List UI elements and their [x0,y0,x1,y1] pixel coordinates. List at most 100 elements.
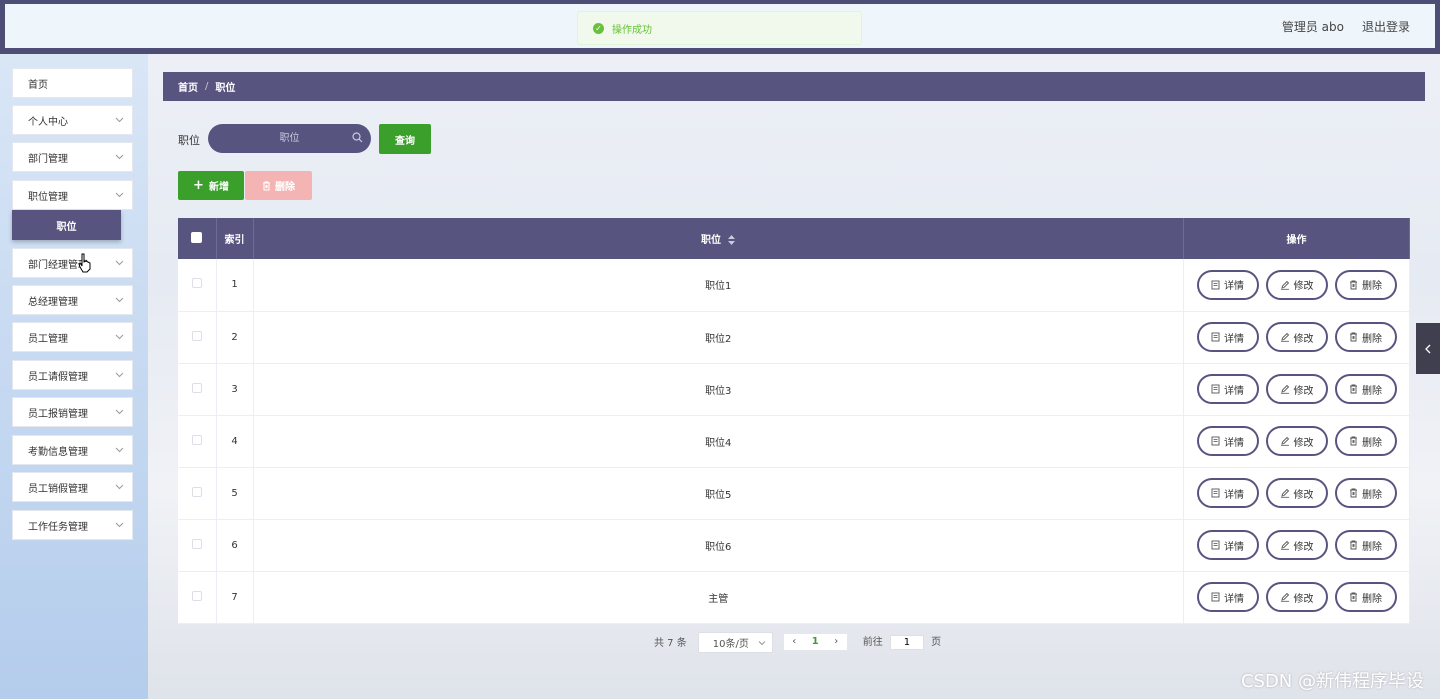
row-edit-button[interactable]: 修改 [1265,478,1328,508]
row-checkbox[interactable] [191,538,202,549]
plus-icon: + [193,177,204,193]
row-actions: 详情 修改 删除 [1183,311,1410,364]
row-delete-button[interactable]: 删除 [1334,322,1397,352]
row-actions: 详情 修改 删除 [1183,467,1410,520]
row-checkbox[interactable] [191,486,202,497]
collapse-panel-button[interactable] [1416,323,1440,374]
sidebar-item-9[interactable]: 考勤信息管理 [12,435,133,465]
add-button-label: 新增 [208,182,229,193]
search-box [208,124,371,153]
header-position[interactable]: 职位 [253,218,1184,259]
row-select-cell[interactable] [178,363,217,416]
row-detail-button[interactable]: 详情 [1196,269,1259,300]
search-input[interactable] [208,124,371,153]
row-edit-label: 修改 [1293,385,1314,397]
sidebar-item-10[interactable]: 员工销假管理 [12,472,133,502]
chevron-down-icon [115,409,124,415]
select-all-checkbox[interactable] [191,231,203,243]
sidebar-item-11[interactable]: 工作任务管理 [12,510,133,540]
logout-link[interactable]: 退出登录 [1362,18,1410,35]
chevron-down-icon [115,117,124,123]
sidebar-item-5[interactable]: 总经理管理 [12,285,133,315]
next-page-button[interactable]: › [826,636,847,647]
row-checkbox[interactable] [191,434,202,445]
row-edit-button[interactable]: 修改 [1265,374,1328,404]
trash-icon [1350,436,1357,446]
sidebar-subitem-position[interactable]: 职位 [12,210,121,240]
pagination: 共 7 条 10条/页 ‹ 1 › 前往 页 [654,630,941,653]
row-checkbox[interactable] [191,278,202,289]
row-detail-button[interactable]: 详情 [1196,478,1259,508]
row-checkbox[interactable] [191,382,202,393]
check-circle-icon: ✓ [593,22,604,34]
sidebar-item-2[interactable]: 部门管理 [12,142,133,172]
row-detail-label: 详情 [1224,489,1244,501]
trash-icon [263,181,270,190]
row-select-cell[interactable] [178,415,217,468]
goto-page-input[interactable] [889,635,924,650]
row-select-cell[interactable] [178,311,217,364]
breadcrumb-home[interactable]: 首页 [178,79,198,94]
row-edit-button[interactable]: 修改 [1265,530,1328,560]
search-label: 职位 [178,134,200,147]
row-detail-label: 详情 [1224,593,1244,605]
row-checkbox[interactable] [191,590,202,601]
row-edit-button[interactable]: 修改 [1265,582,1328,612]
sidebar-item-4[interactable]: 部门经理管理 [12,248,133,278]
header-index: 索引 [216,218,254,259]
chevron-down-icon [115,297,124,303]
row-select-cell[interactable] [178,467,217,520]
row-index: 7 [216,571,254,624]
row-detail-button[interactable]: 详情 [1196,374,1259,404]
table-body: 1 职位1 详情 修改 删除 2 职位2 详情 修改 删除 3 职位3 详情 修改 删除 4 职位4 详情 修改 删除… [178,259,1410,624]
sort-icon[interactable] [728,235,736,245]
search-icon [352,132,363,143]
row-detail-button[interactable]: 详情 [1196,582,1259,612]
breadcrumb: 首页 / 职位 [163,72,1425,101]
row-delete-button[interactable]: 删除 [1334,530,1397,560]
sidebar-item-6[interactable]: 员工管理 [12,322,133,352]
sidebar-item-label: 员工管理 [28,333,68,345]
row-select-cell[interactable] [178,519,217,572]
row-select-cell[interactable] [178,571,217,624]
add-button[interactable]: + 新增 [178,171,244,200]
table-header-row: 索引 职位 操作 [178,218,1410,259]
sidebar-item-7[interactable]: 员工请假管理 [12,360,133,390]
admin-user-label[interactable]: 管理员 abo [1282,18,1344,35]
row-select-cell[interactable] [178,259,217,312]
header-select-all[interactable] [178,218,217,259]
sidebar-item-8[interactable]: 员工报销管理 [12,397,133,427]
page-number-current[interactable]: 1 [805,636,826,647]
row-delete-label: 删除 [1362,541,1382,553]
row-delete-button[interactable]: 删除 [1334,374,1397,404]
batch-delete-button[interactable]: 删除 [245,171,312,200]
sidebar-item-0[interactable]: 首页 [12,68,133,98]
query-button[interactable]: 查询 [379,124,431,154]
row-detail-button[interactable]: 详情 [1196,426,1259,456]
row-delete-label: 删除 [1362,437,1382,449]
row-detail-button[interactable]: 详情 [1196,530,1259,560]
table-row: 4 职位4 详情 修改 删除 [178,415,1410,468]
row-delete-button[interactable]: 删除 [1334,478,1397,508]
row-delete-button[interactable]: 删除 [1334,582,1397,612]
row-delete-button[interactable]: 删除 [1334,269,1397,300]
row-delete-button[interactable]: 删除 [1334,426,1397,456]
document-icon [1211,280,1220,290]
table-row: 7 主管 详情 修改 删除 [178,571,1410,624]
chevron-down-icon [115,447,124,453]
sidebar-item-3[interactable]: 职位管理 [12,180,133,210]
page-size-select[interactable]: 10条/页 [697,632,773,653]
row-checkbox[interactable] [191,330,202,341]
row-edit-button[interactable]: 修改 [1265,269,1328,300]
row-detail-button[interactable]: 详情 [1196,322,1259,352]
row-edit-button[interactable]: 修改 [1265,426,1328,456]
edit-icon [1280,592,1289,602]
row-actions: 详情 修改 删除 [1183,571,1410,624]
row-edit-button[interactable]: 修改 [1265,322,1328,352]
row-edit-label: 修改 [1293,593,1314,605]
row-detail-label: 详情 [1224,385,1244,397]
prev-page-button[interactable]: ‹ [784,636,805,647]
sidebar-item-1[interactable]: 个人中心 [12,105,133,135]
pagination-nav: ‹ 1 › [783,633,847,650]
table-row: 5 职位5 详情 修改 删除 [178,467,1410,520]
